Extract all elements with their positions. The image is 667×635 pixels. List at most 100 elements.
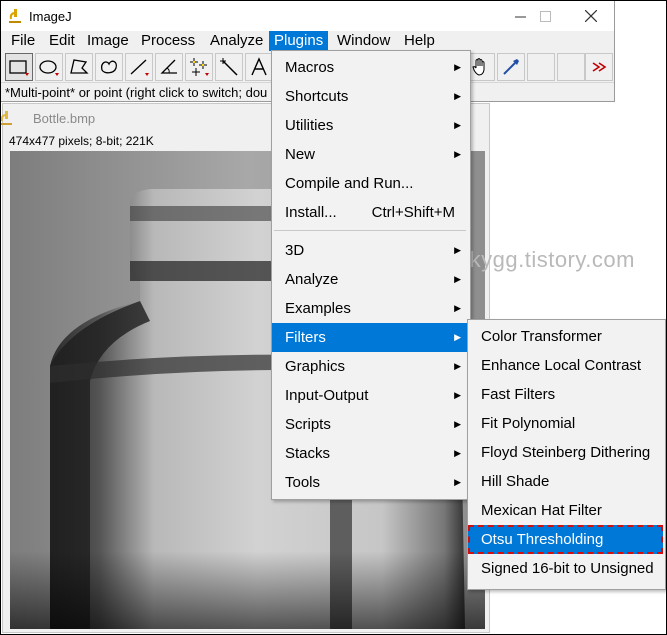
submenu-arrow-icon: ▶ xyxy=(454,448,461,458)
line-tool-icon xyxy=(130,59,149,76)
hand-tool-icon xyxy=(472,58,485,76)
filters-menu-floyd-steinberg-dithering[interactable]: Floyd Steinberg Dithering xyxy=(468,438,663,467)
plugins-menu-scripts[interactable]: Scripts ▶ xyxy=(272,410,468,439)
menu-item-label: New xyxy=(285,146,316,163)
menu-bar: File Edit Image Process Analyze Plugins … xyxy=(1,31,614,51)
filters-menu-color-transformer[interactable]: Color Transformer xyxy=(468,322,663,351)
submenu-arrow-icon: ▶ xyxy=(454,477,461,487)
plugins-menu-input-output[interactable]: Input-Output ▶ xyxy=(272,381,468,410)
plugins-menu-3d[interactable]: 3D ▶ xyxy=(272,236,468,265)
maximize-icon xyxy=(539,10,551,22)
maximize-button[interactable] xyxy=(522,1,568,31)
title-bar[interactable]: ImageJ xyxy=(1,1,614,31)
angle-tool-icon xyxy=(160,59,177,74)
menu-item-label: Otsu Thresholding xyxy=(481,531,604,548)
menu-item-label: Enhance Local Contrast xyxy=(481,357,642,374)
menu-item-label: Graphics xyxy=(285,358,346,375)
menu-image[interactable]: Image xyxy=(82,31,134,51)
plugins-menu-shortcuts[interactable]: Shortcuts ▶ xyxy=(272,82,468,111)
wand-tool[interactable] xyxy=(215,53,243,81)
menu-plugins[interactable]: Plugins xyxy=(269,31,329,51)
submenu-arrow-icon: ▶ xyxy=(454,245,461,255)
plugins-menu-utilities[interactable]: Utilities ▶ xyxy=(272,111,468,140)
submenu-arrow-icon: ▶ xyxy=(454,120,461,130)
menu-item-label: Input-Output xyxy=(285,387,369,404)
submenu-arrow-icon: ▶ xyxy=(454,274,461,284)
freehand-select-icon xyxy=(100,60,117,74)
submenu-arrow-icon: ▶ xyxy=(454,91,461,101)
menu-help[interactable]: Help xyxy=(399,31,440,51)
menu-item-label: Stacks xyxy=(285,445,331,462)
filters-menu-hill-shade[interactable]: Hill Shade xyxy=(468,467,663,496)
oval-select-icon xyxy=(39,60,59,76)
submenu-arrow-icon: ▶ xyxy=(454,149,461,159)
dropper-tool-icon xyxy=(503,59,519,75)
wand-tool-icon xyxy=(220,58,238,76)
close-icon xyxy=(585,10,597,22)
freehand-select-tool[interactable] xyxy=(95,53,123,81)
menu-item-label: Fast Filters xyxy=(481,386,556,403)
plugins-menu-macros[interactable]: Macros ▶ xyxy=(272,53,468,82)
filters-menu-fit-polynomial[interactable]: Fit Polynomial xyxy=(468,409,663,438)
hand-tool[interactable] xyxy=(467,53,495,81)
plugins-menu: Macros ▶ Shortcuts ▶ Utilities ▶ New ▶ Compi… xyxy=(271,50,471,500)
menu-item-label: Examples xyxy=(285,300,351,317)
menu-window[interactable]: Window xyxy=(332,31,395,51)
menu-item-label: Compile and Run... xyxy=(285,175,414,192)
menu-item-label: Macros xyxy=(285,59,335,76)
text-tool-icon xyxy=(251,57,267,76)
toolbar-empty-slot-2[interactable] xyxy=(557,53,585,81)
rectangle-select-tool[interactable] xyxy=(5,53,33,81)
dropper-tool[interactable] xyxy=(497,53,525,81)
menu-item-label: Scripts xyxy=(285,416,331,433)
menu-item-label: Tools xyxy=(285,474,321,491)
menu-edit[interactable]: Edit xyxy=(44,31,80,51)
oval-select-tool[interactable] xyxy=(35,53,63,81)
filters-menu-fast-filters[interactable]: Fast Filters xyxy=(468,380,663,409)
plugins-menu-new[interactable]: New ▶ xyxy=(272,140,468,169)
rectangle-select-icon xyxy=(9,60,29,76)
plugins-menu-stacks[interactable]: Stacks ▶ xyxy=(272,439,468,468)
menu-item-label: Shortcuts xyxy=(285,88,349,105)
multipoint-icon xyxy=(190,58,209,76)
plugins-menu-tools[interactable]: Tools ▶ xyxy=(272,468,468,497)
menu-item-label: Analyze xyxy=(285,271,339,288)
toolbar-empty-slot-1[interactable] xyxy=(527,53,555,81)
image-info: 474x477 pixels; 8-bit; 221K xyxy=(9,134,154,148)
window-title: ImageJ xyxy=(29,9,72,24)
text-tool[interactable] xyxy=(245,53,273,81)
plugins-menu-install[interactable]: Install... Ctrl+Shift+M xyxy=(272,198,468,227)
multipoint-tool[interactable] xyxy=(185,53,213,81)
angle-tool[interactable] xyxy=(155,53,183,81)
menu-item-label: Install... xyxy=(285,204,337,221)
menu-item-label: Filters xyxy=(285,329,326,346)
menu-item-label: Signed 16-bit to Unsigned xyxy=(481,560,654,577)
filters-menu-otsu-thresholding[interactable]: Otsu Thresholding xyxy=(468,525,663,554)
submenu-arrow-icon: ▶ xyxy=(454,303,461,313)
polygon-select-tool[interactable] xyxy=(65,53,93,81)
plugins-menu-graphics[interactable]: Graphics ▶ xyxy=(272,352,468,381)
plugins-menu-filters[interactable]: Filters ▶ xyxy=(272,323,468,352)
menu-item-label: Floyd Steinberg Dithering xyxy=(481,444,651,461)
submenu-arrow-icon: ▶ xyxy=(454,361,461,371)
menu-process[interactable]: Process xyxy=(136,31,200,51)
filters-menu-signed-16bit-to-unsigned[interactable]: Signed 16-bit to Unsigned xyxy=(468,554,663,583)
line-tool[interactable] xyxy=(125,53,153,81)
plugins-menu-examples[interactable]: Examples ▶ xyxy=(272,294,468,323)
filters-menu-enhance-local-contrast[interactable]: Enhance Local Contrast xyxy=(468,351,663,380)
filters-submenu: Color Transformer Enhance Local Contrast… xyxy=(467,319,666,590)
menu-item-label: 3D xyxy=(285,242,305,259)
menu-item-label: Fit Polynomial xyxy=(481,415,576,432)
plugins-menu-compile-and-run[interactable]: Compile and Run... xyxy=(272,169,468,198)
menu-analyze[interactable]: Analyze xyxy=(205,31,268,51)
menu-item-label: Utilities xyxy=(285,117,334,134)
menu-file[interactable]: File xyxy=(6,31,40,51)
menu-item-label: Mexican Hat Filter xyxy=(481,502,602,519)
more-tools-icon xyxy=(592,62,607,72)
menu-item-label: Color Transformer xyxy=(481,328,602,345)
submenu-arrow-icon: ▶ xyxy=(454,390,461,400)
plugins-menu-analyze[interactable]: Analyze ▶ xyxy=(272,265,468,294)
filters-menu-mexican-hat-filter[interactable]: Mexican Hat Filter xyxy=(468,496,663,525)
close-button[interactable] xyxy=(568,1,614,31)
more-tools-button[interactable] xyxy=(585,53,613,81)
